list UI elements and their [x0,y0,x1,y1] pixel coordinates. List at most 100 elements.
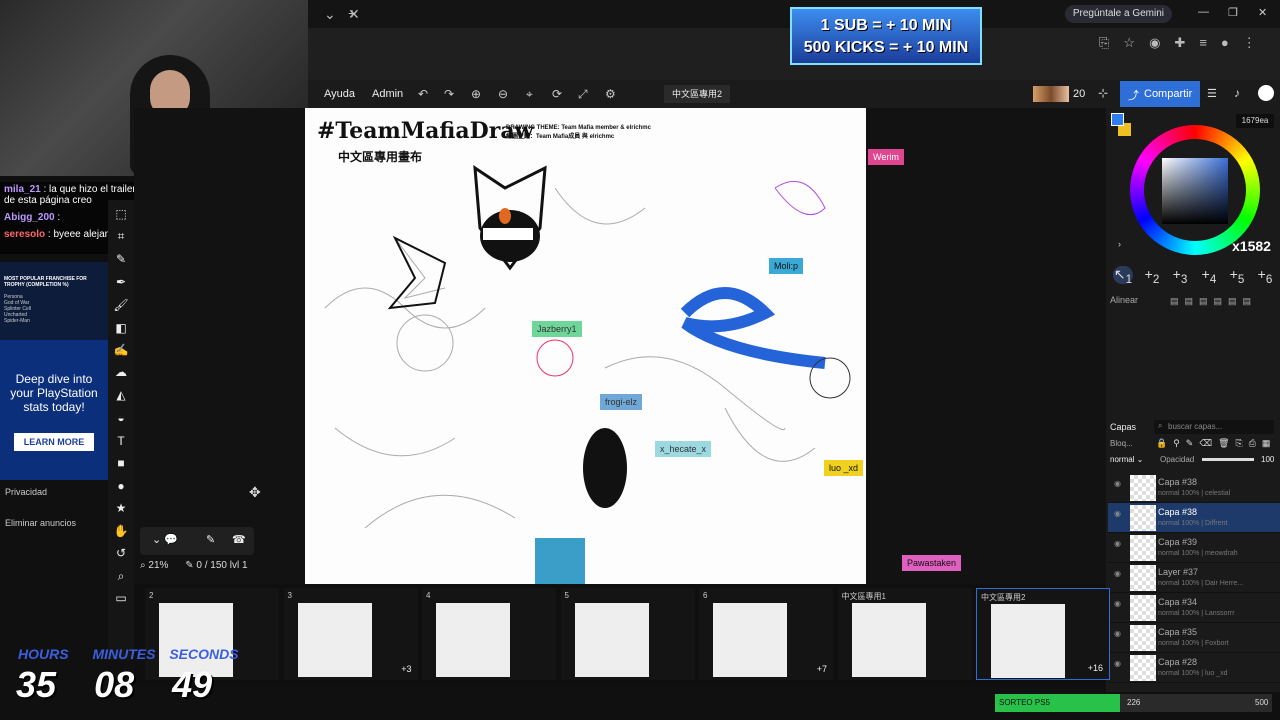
layer-row[interactable]: ◉ Capa #38 normal 100% | celestial [1108,473,1280,503]
smudge-tool-icon[interactable]: ✍ [113,342,129,358]
zoom-out-icon[interactable]: ⊖ [498,87,508,101]
menu-kebab-icon[interactable]: ⋮ [1243,35,1256,50]
users-avatars[interactable] [1033,86,1069,102]
layers-header: Capas [1110,422,1137,432]
ask-gemini-button[interactable]: Pregúntale a Gemini [1064,5,1172,23]
chat-user: mila_21 [4,184,41,195]
brush-preset[interactable]: +4 [1199,266,1219,286]
pencil-tool-icon[interactable]: ✎ [113,251,129,267]
profile-avatar[interactable] [1258,85,1274,101]
ad-stats-row: Spider-Man [4,318,30,324]
visibility-eye-icon[interactable]: ◉ [1114,479,1121,488]
minimize-icon[interactable]: — [1198,6,1209,18]
stroke-count-icon[interactable]: ✎ [206,533,215,546]
sorteo-max: 500 [1255,698,1269,707]
brush-preset[interactable]: +6 [1255,266,1275,286]
drawing-canvas[interactable] [305,108,866,584]
install-icon[interactable]: ⎘ [1099,35,1109,50]
page-card[interactable]: 5 [560,588,695,680]
puzzle-icon[interactable]: ✚ [1174,35,1185,50]
new-tab-button[interactable]: + [348,5,356,21]
reset-zoom-icon[interactable]: ⌖ [526,87,533,102]
close-window-icon[interactable]: ✕ [1258,6,1267,19]
align-buttons[interactable]: ▤▤▤▤▤▤ [1170,296,1257,307]
maximize-icon[interactable]: ❐ [1228,6,1238,19]
blur-tool-icon[interactable]: ☁ [113,364,129,380]
text-tool-icon[interactable]: T [113,433,129,449]
layer-row[interactable]: ◉ Capa #35 normal 100% | Foxbort [1108,623,1280,653]
menu-admin[interactable]: Admin [372,88,403,100]
rectangle-tool-icon[interactable]: ■ [113,455,129,471]
primary-color-swatch[interactable] [1111,113,1124,126]
bookmark-star-icon[interactable]: ☆ [1123,35,1135,50]
extension-icon[interactable]: ◉ [1149,35,1160,50]
brush-preset[interactable]: +3 [1170,266,1190,286]
star-tool-icon[interactable]: ★ [113,500,129,516]
brush-preset[interactable]: ↖1 [1113,266,1133,286]
visibility-eye-icon[interactable]: ◉ [1114,629,1121,638]
learn-more-button[interactable]: LEARN MORE [14,433,94,451]
color-hex[interactable]: 1679ea [1236,114,1274,128]
bell-icon[interactable]: ♪ [1234,86,1240,100]
page-card[interactable]: 4 [422,588,556,680]
visibility-eye-icon[interactable]: ◉ [1114,539,1121,548]
page-card[interactable]: 3 +3 [283,588,418,680]
page-card[interactable]: 中文區專用2 +16 [976,588,1110,680]
page-thumbnail [297,603,372,677]
pen-tool-icon[interactable]: ✒ [113,274,129,290]
layer-actions[interactable]: 🔒⚲✎⌫🗑⎘⎙▦ [1156,438,1276,449]
layer-row[interactable]: ◉ Capa #34 normal 100% | Lanssorrr [1108,593,1280,623]
layer-owner: celestial [1204,490,1231,497]
user-level: lvl 1 [229,560,248,571]
layer-row[interactable]: ◉ Layer #37 normal 100% | Dair Herre... [1108,563,1280,593]
rotate-icon[interactable]: ⟳ [552,87,562,101]
history-tool-icon[interactable]: ↺ [113,545,129,561]
visibility-eye-icon[interactable]: ◉ [1114,659,1121,668]
tab-dropdown-icon[interactable]: ⌄ [324,6,336,23]
crop-tool-icon[interactable]: ⌗ [113,228,129,244]
rss-icon[interactable]: ☰ [1207,87,1217,100]
phone-icon[interactable]: ☎ [232,533,246,546]
select-tool-icon[interactable]: ⬚ [113,206,129,222]
menu-help[interactable]: Ayuda [324,88,355,100]
room-name[interactable]: 中文區專用2 [664,85,731,103]
visibility-eye-icon[interactable]: ◉ [1114,569,1121,578]
opacity-slider[interactable] [1202,458,1254,461]
comment-tool-icon[interactable]: ▭ [113,590,129,606]
page-card[interactable]: 6 +7 [699,588,833,680]
fill-tool-icon[interactable]: ◭ [113,387,129,403]
privacy-link[interactable]: Privacidad [5,487,47,497]
layer-row[interactable]: ◉ Capa #39 normal 100% | meowdrah [1108,533,1280,563]
page-thumbnail [436,603,510,677]
profile-icon[interactable]: ● [1221,35,1229,50]
zoom-level[interactable]: 21% [148,560,168,571]
fullscreen-icon[interactable]: ⤢ [578,87,588,102]
layer-row[interactable]: ◉ Capa #38 normal 100% | Diffrent [1108,503,1280,533]
remove-ads-link[interactable]: Eliminar anuncios [5,518,76,528]
brush-preset[interactable]: +2 [1142,266,1162,286]
redo-icon[interactable]: ↷ [444,87,454,101]
visibility-eye-icon[interactable]: ◉ [1114,509,1121,518]
chat-toggle-icon[interactable]: ⌄ 💬 [152,533,178,546]
blend-mode-select[interactable]: normal ⌄ [1110,455,1154,467]
color-saturation-square[interactable] [1162,158,1228,224]
add-user-icon[interactable]: ⊹ [1098,86,1108,100]
eraser-tool-icon[interactable]: ◧ [113,320,129,336]
expand-arrow-icon[interactable]: › [1118,239,1121,249]
ellipse-tool-icon[interactable]: ● [113,478,129,494]
gradient-tool-icon[interactable]: ◒ [113,410,129,426]
zoom-in-icon[interactable]: ⊕ [471,87,481,101]
layer-name: Capa #28 [1158,657,1198,667]
undo-icon[interactable]: ↶ [418,87,428,101]
visibility-eye-icon[interactable]: ◉ [1114,599,1121,608]
layers-search-input[interactable]: buscar capas... [1154,420,1274,434]
brush-tool-icon[interactable]: 🖌 [113,297,129,313]
hand-tool-icon[interactable]: ✋ [113,523,129,539]
layer-row[interactable]: ◉ Capa #28 normal 100% | luo _xd [1108,653,1280,683]
page-card[interactable]: 中文區專用1 [837,588,972,680]
settings-icon[interactable]: ⚙ [605,87,616,101]
zoom-tool-icon[interactable]: ⌕ [113,568,129,584]
reading-list-icon[interactable]: ≡ [1199,35,1207,50]
brush-preset[interactable]: +5 [1227,266,1247,286]
layer-blend: normal 100% [1158,640,1200,647]
